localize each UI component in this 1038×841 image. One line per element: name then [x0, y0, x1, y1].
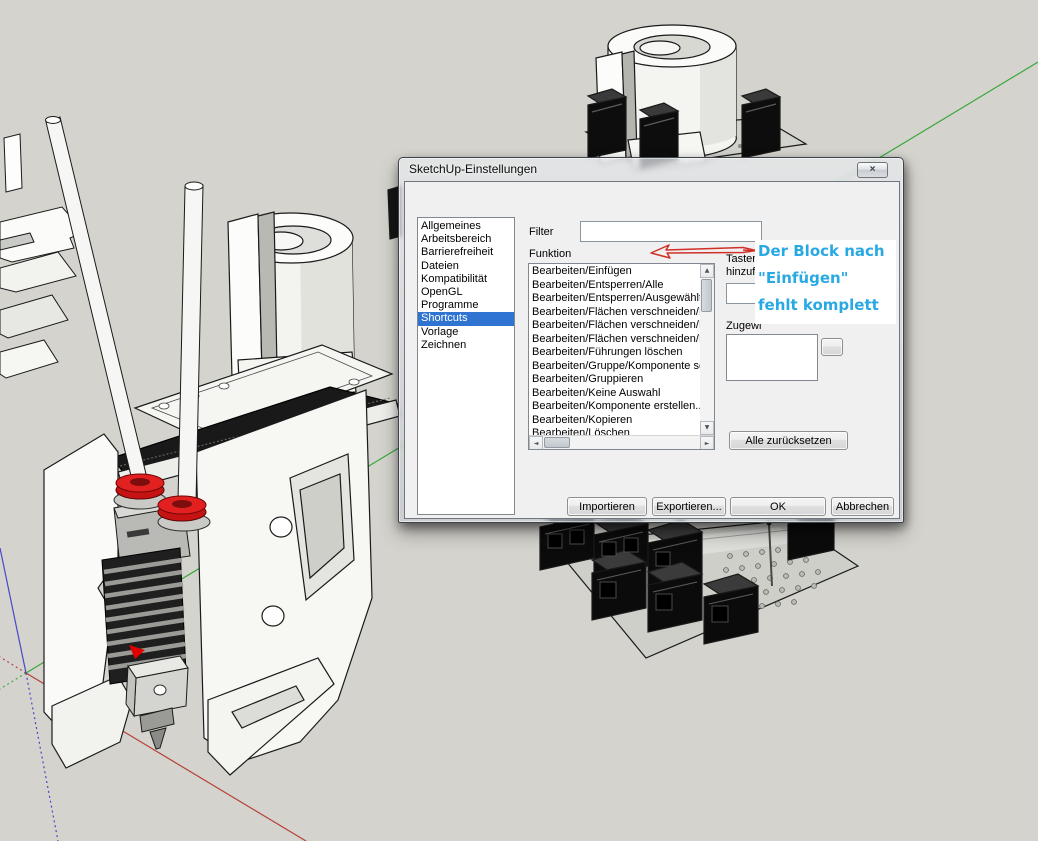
function-item[interactable]: Bearbeiten/Einfügen: [529, 265, 700, 279]
reset-all-button[interactable]: Alle zurücksetzen: [729, 431, 848, 450]
function-item[interactable]: Bearbeiten/Entsperren/Alle: [529, 279, 700, 293]
function-item[interactable]: Bearbeiten/Keine Auswahl: [529, 387, 700, 401]
horizontal-scroll-thumb[interactable]: [544, 437, 570, 448]
sidebar-item-arbeitsbereich[interactable]: Arbeitsbereich: [418, 233, 514, 246]
dialog-title: SketchUp-Einstellungen: [409, 162, 537, 176]
function-item[interactable]: Bearbeiten/Löschen: [529, 427, 700, 435]
function-item[interactable]: Bearbeiten/Entsperren/Ausgewählt: [529, 292, 700, 306]
filter-label: Filter: [529, 226, 553, 238]
vertical-scroll-thumb[interactable]: [701, 279, 712, 312]
sidebar-item-allgemeines[interactable]: Allgemeines: [418, 220, 514, 233]
sketchup-app: { "window": { "title": "SketchUp-Einstel…: [0, 0, 1038, 841]
function-item[interactable]: Bearbeiten/Flächen verschneiden/M: [529, 319, 700, 333]
export-button[interactable]: Exportieren...: [652, 497, 726, 516]
sidebar-item-barrierefreiheit[interactable]: Barrierefreiheit: [418, 246, 514, 259]
filter-input[interactable]: [580, 221, 762, 242]
function-label: Funktion: [529, 248, 571, 260]
sidebar-item-kompatibilitaet[interactable]: Kompatibilität: [418, 273, 514, 286]
annotation-note: Der Block nach "Einfügen" fehlt komplett: [755, 240, 896, 324]
horizontal-scrollbar[interactable]: ◄ ►: [529, 435, 714, 449]
function-item[interactable]: Bearbeiten/Gruppieren: [529, 373, 700, 387]
scroll-right-icon[interactable]: ►: [700, 436, 714, 450]
ok-button[interactable]: OK: [730, 497, 826, 516]
remove-shortcut-button[interactable]: [821, 338, 843, 356]
function-item[interactable]: Bearbeiten/Komponente erstellen...: [529, 400, 700, 414]
assigned-list[interactable]: [726, 334, 818, 381]
function-item[interactable]: Bearbeiten/Führungen löschen: [529, 346, 700, 360]
sidebar-item-opengl[interactable]: OpenGL: [418, 286, 514, 299]
function-item[interactable]: Bearbeiten/Flächen verschneiden/M: [529, 306, 700, 320]
preferences-dialog: SketchUp-Einstellungen × Allgemeines Arb…: [398, 157, 904, 523]
import-button[interactable]: Importieren: [567, 497, 647, 516]
dialog-titlebar[interactable]: SketchUp-Einstellungen ×: [399, 158, 903, 181]
cancel-button[interactable]: Abbrechen: [831, 497, 894, 516]
function-item[interactable]: Bearbeiten/Kopieren: [529, 414, 700, 428]
sidebar-item-dateien[interactable]: Dateien: [418, 260, 514, 273]
function-item[interactable]: Bearbeiten/Flächen verschneiden/M: [529, 333, 700, 347]
function-list: Bearbeiten/Einfügen Bearbeiten/Entsperre…: [528, 263, 715, 450]
annotation-line-3: fehlt komplett: [758, 296, 879, 314]
sidebar-item-shortcuts[interactable]: Shortcuts: [418, 312, 514, 325]
scroll-up-icon[interactable]: ▲: [700, 264, 714, 278]
scroll-down-icon[interactable]: ▼: [700, 421, 714, 435]
vertical-scrollbar[interactable]: ▲ ▼: [700, 264, 714, 435]
category-list: Allgemeines Arbeitsbereich Barrierefreih…: [417, 217, 515, 515]
function-item[interactable]: Bearbeiten/Gruppe/Komponente sch: [529, 360, 700, 374]
function-rows: Bearbeiten/Einfügen Bearbeiten/Entsperre…: [529, 264, 700, 435]
close-button[interactable]: ×: [857, 162, 888, 178]
sidebar-item-vorlage[interactable]: Vorlage: [418, 326, 514, 339]
scroll-left-icon[interactable]: ◄: [529, 436, 543, 450]
annotation-line-1: Der Block nach: [758, 242, 885, 260]
close-icon: ×: [870, 164, 876, 175]
annotation-line-2: "Einfügen": [758, 269, 849, 287]
sidebar-item-zeichnen[interactable]: Zeichnen: [418, 339, 514, 352]
dialog-content: Allgemeines Arbeitsbereich Barrierefreih…: [404, 181, 900, 519]
sidebar-item-programme[interactable]: Programme: [418, 299, 514, 312]
